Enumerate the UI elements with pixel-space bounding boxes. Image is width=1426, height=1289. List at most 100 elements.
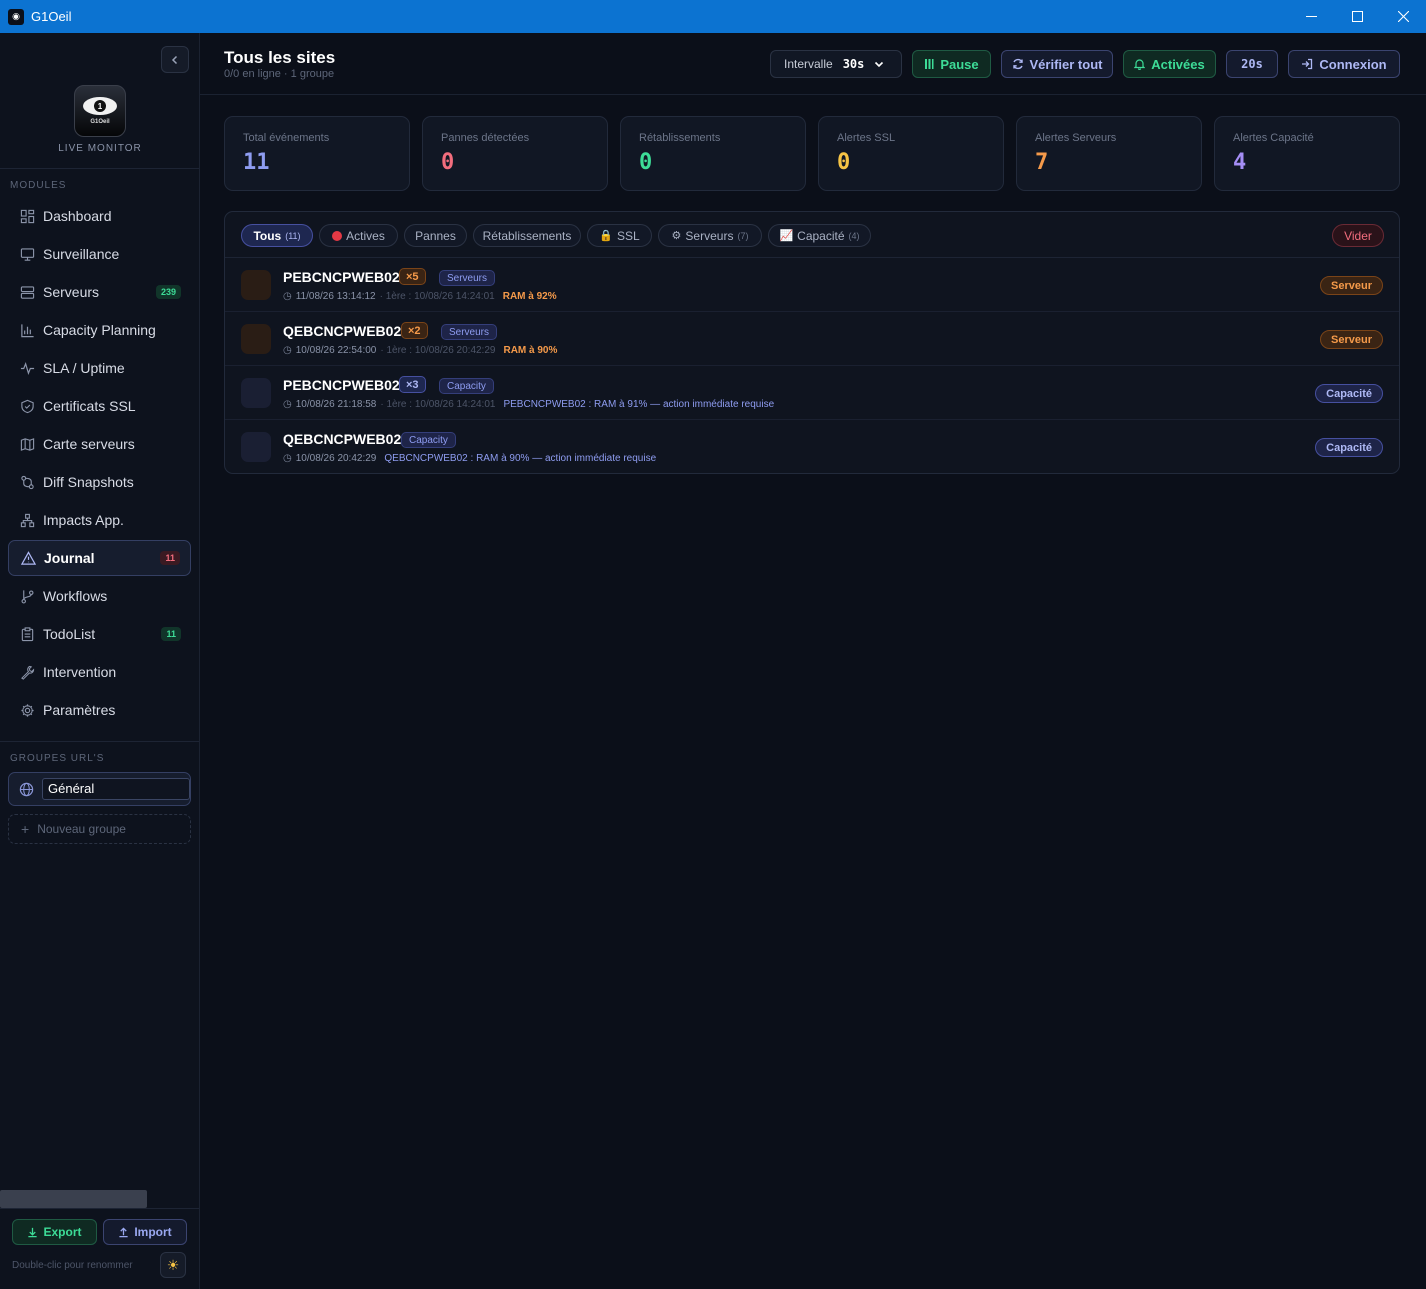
group-item-general[interactable]: Général — [8, 772, 191, 806]
stat-value: 0 — [837, 150, 851, 175]
stat-value: 11 — [243, 150, 270, 175]
sidebar-item-param-tres[interactable]: Paramètres — [8, 692, 191, 728]
event-row[interactable]: PEBCNCPWEB02 ×5 Serveurs ◷ 11/08/26 13:14:12… — [225, 258, 1399, 312]
pause-button[interactable]: Pause — [912, 50, 991, 78]
sidebar-item-journal[interactable]: Journal 11 — [8, 540, 191, 576]
event-first-time: · 1ère : 10/08/26 14:24:01 — [380, 399, 496, 410]
server-icon — [19, 284, 35, 300]
activity-icon — [19, 360, 35, 376]
stat-label: Total événements — [243, 132, 330, 144]
stat-card: Total événements 11 — [224, 116, 410, 191]
event-time: 10/08/26 22:54:00 — [295, 345, 377, 356]
event-row[interactable]: QEBCNCPWEB02 ×2 Serveurs ◷ 10/08/26 22:54:00… — [225, 312, 1399, 366]
alerts-toggle-button[interactable]: Activées — [1123, 50, 1216, 78]
page-header: Tous les sites 0/0 en ligne · 1 groupe I… — [200, 33, 1426, 95]
sidebar-item-carte-serveurs[interactable]: Carte serveurs — [8, 426, 191, 462]
collapse-sidebar-button[interactable] — [161, 46, 189, 73]
sidebar-item-surveillance[interactable]: Surveillance — [8, 236, 191, 272]
event-row[interactable]: PEBCNCPWEB02 ×3 Capacity ◷ 10/08/26 21:18:58… — [225, 366, 1399, 420]
group-name-input[interactable]: Général — [42, 778, 190, 800]
shield-icon — [19, 398, 35, 414]
sidebar-item-impacts-app[interactable]: Impacts App. — [8, 502, 191, 538]
sidebar-item-diff-snapshots[interactable]: Diff Snapshots — [8, 464, 191, 500]
sidebar-item-intervention[interactable]: Intervention — [8, 654, 191, 690]
sidebar-item-todolist[interactable]: TodoList 11 — [8, 616, 191, 652]
verify-label: Vérifier tout — [1029, 56, 1103, 72]
sidebar-item-label: Carte serveurs — [43, 436, 135, 452]
stat-card: Alertes SSL 0 — [818, 116, 1004, 191]
event-meta: ◷ 10/08/26 21:18:58 · 1ère : 10/08/26 14:2… — [283, 399, 774, 410]
filter-chip-tous[interactable]: Tous (11) — [241, 224, 313, 247]
event-meta: ◷ 10/08/26 22:54:00 · 1ère : 10/08/26 20:4… — [283, 345, 557, 356]
clear-button[interactable]: Vider — [1332, 224, 1384, 247]
maximize-button[interactable] — [1334, 0, 1380, 33]
stat-label: Alertes Capacité — [1233, 132, 1314, 144]
maximize-icon — [1351, 11, 1363, 22]
stat-label: Pannes détectées — [441, 132, 530, 144]
sidebar-item-label: SLA / Uptime — [43, 360, 125, 376]
globe-icon — [19, 782, 34, 797]
interval-value: 30s — [842, 57, 865, 71]
sidebar-item-capacity-planning[interactable]: Capacity Planning — [8, 312, 191, 348]
filter-chip-capacit-[interactable]: 📈 Capacité (4) — [768, 224, 871, 247]
chevron-down-icon — [874, 59, 884, 69]
close-button[interactable] — [1380, 0, 1426, 33]
sidebar-item-dashboard[interactable]: Dashboard — [8, 198, 191, 234]
tagline: LIVE MONITOR — [58, 143, 142, 154]
event-type-tag: Serveur — [1320, 330, 1383, 349]
filter-label: Pannes — [415, 228, 456, 243]
interval-select[interactable]: Intervalle 30s — [770, 50, 902, 78]
filter-label: Tous — [253, 228, 282, 243]
sidebar-item-serveurs[interactable]: Serveurs 239 — [8, 274, 191, 310]
divider — [0, 741, 199, 742]
event-host: QEBCNCPWEB02 — [283, 323, 402, 339]
alerts-label: Activées — [1151, 56, 1205, 72]
bell-icon — [1134, 59, 1146, 70]
clock-icon: ◷ — [283, 345, 292, 356]
clock-icon: ◷ — [283, 399, 292, 410]
filter-chip-pannes[interactable]: Pannes — [404, 224, 467, 247]
event-type-tag: Capacité — [1315, 438, 1383, 457]
theme-toggle-button[interactable]: ☀ — [160, 1252, 186, 1278]
horizontal-scrollbar[interactable] — [0, 1190, 147, 1208]
export-button[interactable]: Export — [12, 1219, 97, 1245]
filter-count: (11) — [285, 230, 301, 241]
red-dot-icon — [332, 230, 343, 241]
filter-chip-serveurs[interactable]: ⚙ Serveurs (7) — [658, 224, 762, 247]
filter-bar: Tous (11) Actives Pannes Rétablissements 🔒 SSL… — [225, 212, 1399, 258]
sidebar-item-sla-uptime[interactable]: SLA / Uptime — [8, 350, 191, 386]
divider — [0, 1208, 199, 1209]
occurrence-badge: ×3 — [399, 376, 426, 393]
stat-label: Rétablissements — [639, 132, 721, 144]
filter-chip-actives[interactable]: Actives — [319, 224, 398, 247]
stat-card: Rétablissements 0 — [620, 116, 806, 191]
rename-hint: Double-clic pour renommer — [12, 1260, 133, 1271]
pause-icon — [925, 59, 934, 69]
filter-chip-r-tablissements[interactable]: Rétablissements — [473, 224, 581, 247]
import-label: Import — [134, 1225, 172, 1239]
verify-all-button[interactable]: Vérifier tout — [1001, 50, 1113, 78]
event-row[interactable]: QEBCNCPWEB02 Capacity ◷ 10/08/26 20:42:29 QE… — [225, 420, 1399, 474]
sidebar-item-certificats-ssl[interactable]: Certificats SSL — [8, 388, 191, 424]
new-group-button[interactable]: + Nouveau groupe — [8, 814, 191, 844]
filter-label: SSL — [617, 228, 640, 243]
sidebar-item-workflows[interactable]: Workflows — [8, 578, 191, 614]
sidebar-item-label: Dashboard — [43, 208, 112, 224]
sidebar-item-label: Surveillance — [43, 246, 120, 262]
category-badge: Capacity — [401, 432, 456, 448]
divider — [0, 168, 199, 169]
eye-logo-icon: 1 — [83, 97, 117, 115]
export-label: Export — [43, 1225, 82, 1239]
connexion-button[interactable]: Connexion — [1288, 50, 1400, 78]
close-icon — [1397, 11, 1409, 22]
filter-chip-ssl[interactable]: 🔒 SSL — [587, 224, 652, 247]
event-host: QEBCNCPWEB02 — [283, 431, 402, 447]
groups-label: GROUPES URL'S — [10, 753, 105, 764]
import-button[interactable]: Import — [103, 1219, 187, 1245]
map-icon — [19, 436, 35, 452]
gear-icon — [19, 702, 35, 718]
minimize-button[interactable] — [1288, 0, 1334, 33]
network-icon — [19, 512, 35, 528]
clipboard-icon — [19, 626, 35, 642]
category-badge: Serveurs — [439, 270, 496, 286]
